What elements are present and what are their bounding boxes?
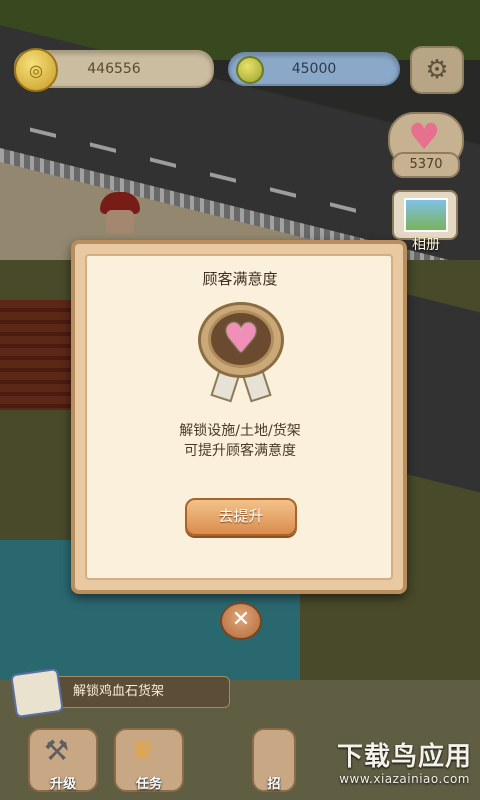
dialog-title: 顾客满意度 <box>202 270 278 288</box>
mission-button[interactable]: ♛ 任务 <box>114 728 184 792</box>
cash-value: 45000 <box>291 61 337 77</box>
upgrade-button[interactable]: ⚒ 升级 <box>28 728 98 792</box>
gear-icon: ⚙ <box>425 55 449 85</box>
watermark: 下载鸟应用 www.xiazainiao.com <box>286 728 476 798</box>
bell-icon: ♛ <box>130 734 156 767</box>
watermark-url: www.xiazainiao.com <box>339 772 470 786</box>
upgrade-label: 升级 <box>49 777 76 792</box>
task-text: 解锁鸡血石货架 <box>73 684 165 699</box>
task-banner[interactable]: 解锁鸡血石货架 <box>10 667 230 719</box>
cash-counter: 45000 <box>228 52 400 86</box>
heart-count: 5370 <box>392 152 460 178</box>
coin-counter: ◎ 446556 <box>14 48 214 92</box>
close-button[interactable]: ✕ <box>220 602 262 640</box>
album-button[interactable] <box>392 190 458 240</box>
coin-value: 446556 <box>87 61 141 77</box>
watermark-title: 下载鸟应用 <box>336 742 472 772</box>
heart-medal-icon: ♥ <box>190 298 290 403</box>
task-list-icon <box>10 667 64 719</box>
close-icon: ✕ <box>231 607 251 632</box>
mission-label: 任务 <box>135 777 162 792</box>
album-label: 相册 <box>412 237 440 253</box>
wrench-icon: ⚒ <box>44 734 70 767</box>
dialog-description-line1: 解锁设施/土地/货架 <box>179 423 301 439</box>
dialog-description-line2: 可提升顾客满意度 <box>184 443 296 459</box>
settings-button[interactable]: ⚙ <box>410 46 464 94</box>
satisfaction-dialog <box>71 240 407 594</box>
improve-button[interactable]: 去提升 <box>185 498 297 536</box>
photo-album-icon <box>404 198 448 232</box>
